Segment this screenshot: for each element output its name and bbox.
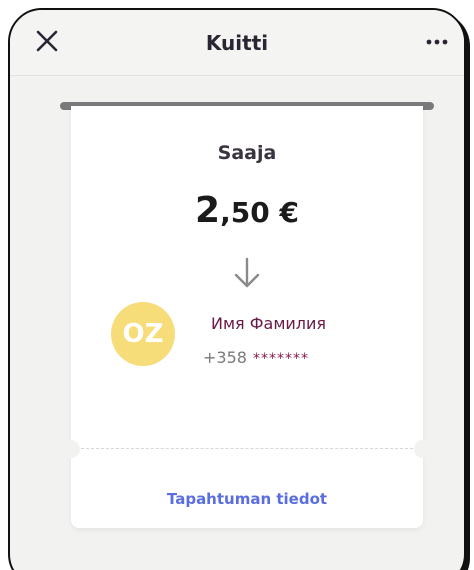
more-horizontal-icon — [426, 39, 448, 45]
arrow-down-icon — [234, 257, 260, 288]
more-options-button[interactable] — [422, 32, 452, 52]
recipient-name: Имя Фамилия — [211, 314, 327, 333]
avatar: OZ — [111, 302, 175, 366]
close-icon — [36, 30, 58, 52]
transaction-details-link[interactable]: Tapahtuman tiedot — [71, 490, 423, 508]
close-button[interactable] — [32, 26, 62, 56]
phone-masked: ******* — [252, 351, 309, 367]
phone-prefix: +358 — [203, 348, 247, 367]
amount-integer: 2 — [195, 190, 221, 231]
amount-fraction: ,50 € — [220, 196, 299, 229]
receipt-card: Saaja 2,50 € OZ Имя Фамилия +358 ******* … — [62, 106, 432, 528]
perforation-notch-left — [62, 440, 80, 458]
amount: 2,50 € — [71, 190, 423, 231]
recipient-label: Saaja — [217, 142, 277, 164]
perforation-notch-right — [414, 440, 432, 458]
perforation-line — [81, 448, 413, 449]
page-title: Kuitti — [205, 30, 269, 55]
header-bar: Kuitti — [10, 10, 464, 76]
device-frame: Kuitti Saaja 2,50 € OZ Имя Фамилия +358 *… — [8, 8, 466, 570]
recipient-phone: +358 ******* — [203, 348, 309, 367]
